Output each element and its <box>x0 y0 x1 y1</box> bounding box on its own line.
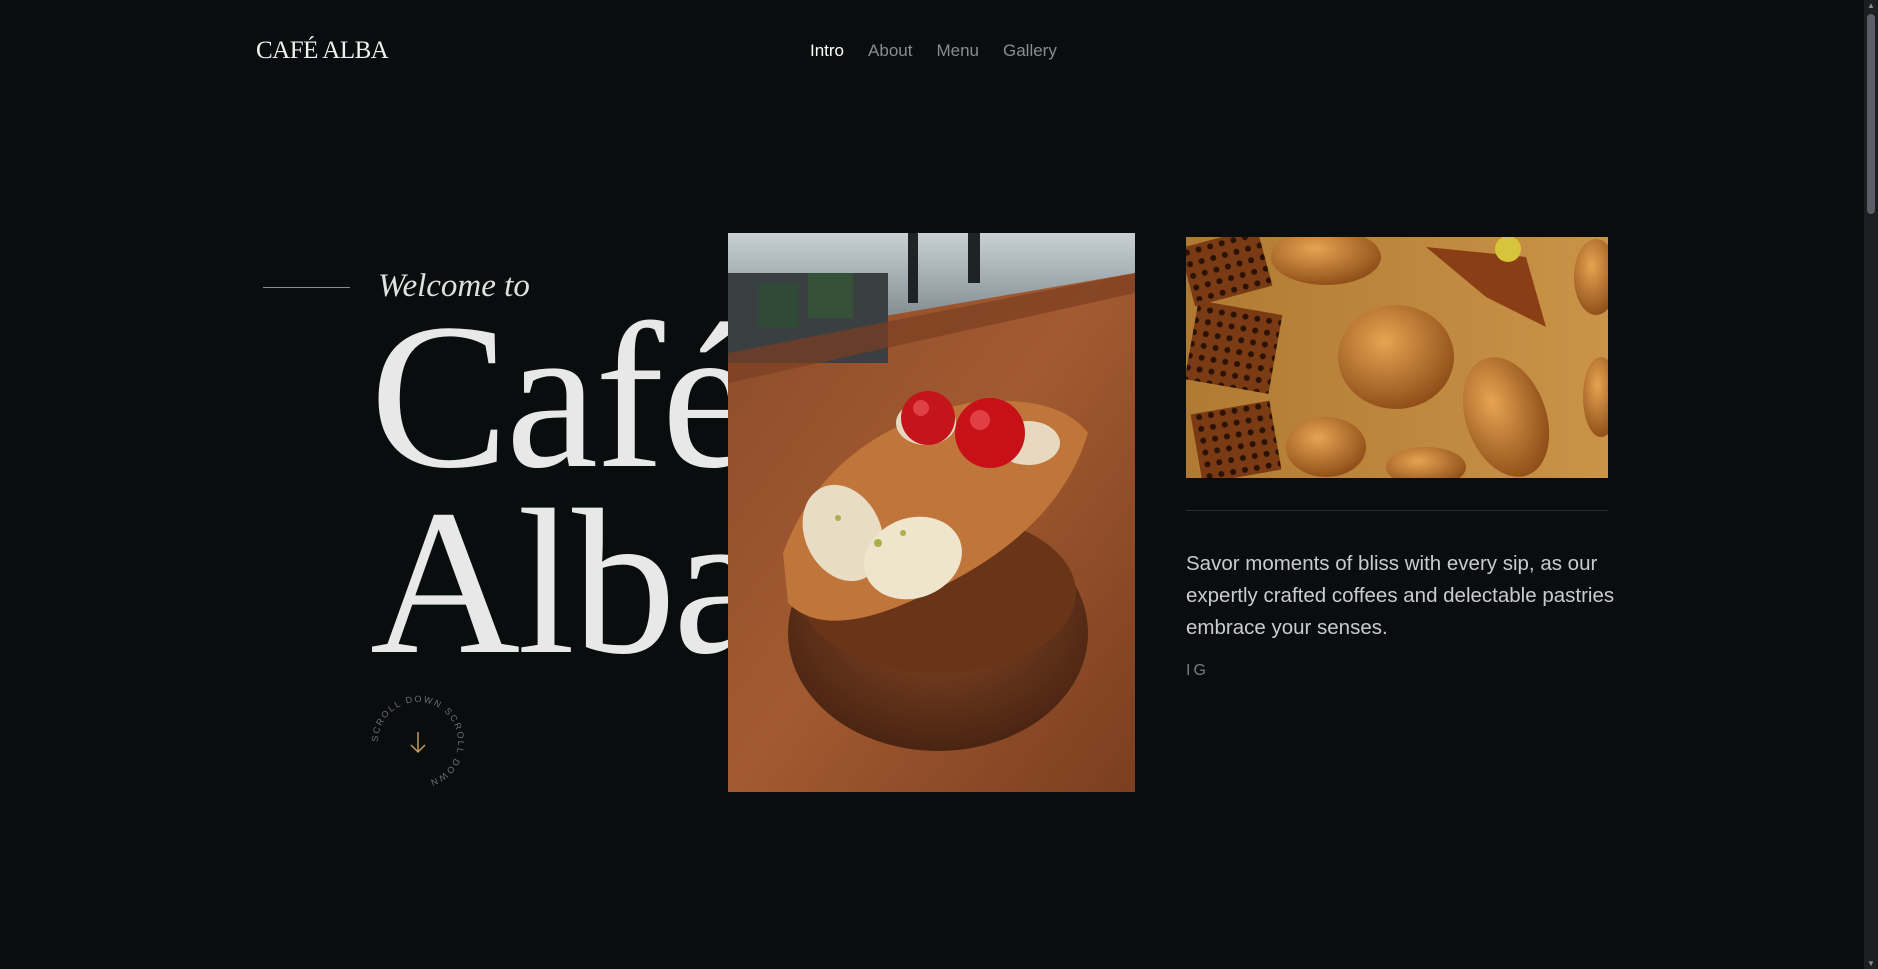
hero-description: Savor moments of bliss with every sip, a… <box>1186 551 1615 639</box>
scrollbar[interactable]: ▲ ▼ <box>1864 0 1878 969</box>
pastries-photo <box>1186 237 1608 478</box>
main-nav: Intro About Menu Gallery <box>810 41 1057 61</box>
scroll-down-icon[interactable]: ▼ <box>1867 959 1875 968</box>
nav-intro[interactable]: Intro <box>810 41 844 61</box>
scrollbar-thumb[interactable] <box>1867 14 1875 214</box>
scroll-down-button[interactable]: SCROLL DOWN SCROLL DOWN <box>370 694 466 790</box>
scroll-up-icon[interactable]: ▲ <box>1867 1 1875 10</box>
decorative-rule <box>263 287 350 288</box>
hero-title-line2: Alba <box>370 467 765 697</box>
nav-gallery[interactable]: Gallery <box>1003 41 1057 61</box>
nav-about[interactable]: About <box>868 41 912 61</box>
divider <box>1186 510 1608 511</box>
nav-menu[interactable]: Menu <box>936 41 979 61</box>
arrow-down-icon <box>410 732 426 754</box>
brand-logo[interactable]: CAFÉ ALBA <box>256 37 389 65</box>
cannoli-photo <box>728 233 1135 792</box>
instagram-link[interactable]: IG <box>1186 662 1209 680</box>
